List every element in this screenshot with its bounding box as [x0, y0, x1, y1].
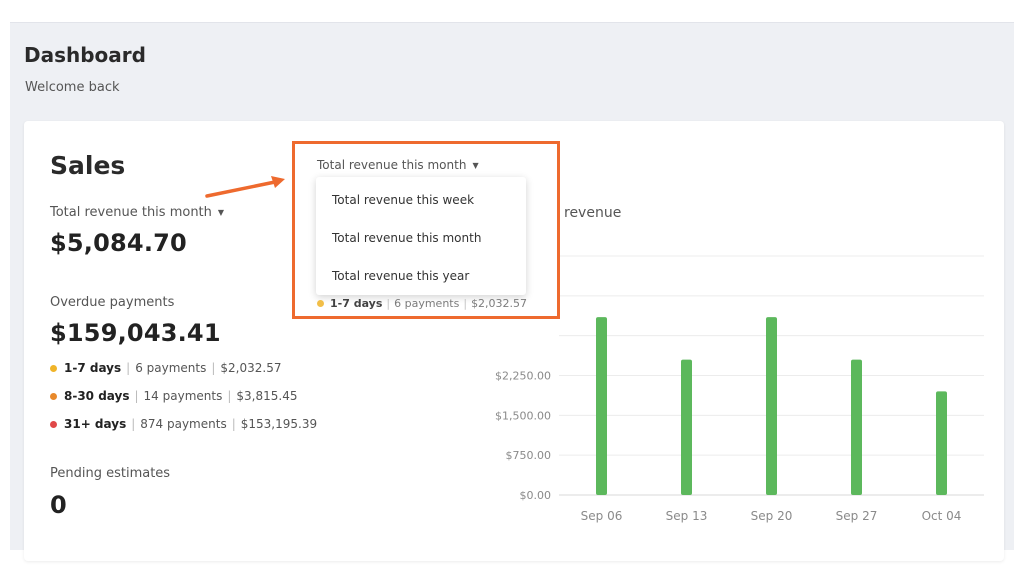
status-dot-icon	[50, 392, 57, 400]
aging-row[interactable]: 8-30 days | 14 payments | $3,815.45	[50, 389, 297, 403]
divider: |	[227, 389, 232, 403]
y-tick-label: $750.00	[506, 449, 552, 462]
pending-label: Pending estimates	[50, 466, 171, 481]
revenue-period-label: Total revenue this month	[50, 205, 212, 220]
pending-value: 0	[50, 491, 67, 519]
status-dot-icon	[317, 300, 324, 307]
bar[interactable]	[596, 317, 607, 495]
status-dot-icon	[50, 420, 57, 428]
dropdown-option-week[interactable]: Total revenue this week	[316, 185, 526, 223]
caret-down-icon: ▼	[472, 160, 479, 170]
dropdown-option-year[interactable]: Total revenue this year	[316, 261, 526, 299]
sales-title: Sales	[50, 151, 126, 180]
aging-range: 8-30 days	[64, 389, 130, 403]
divider: |	[131, 417, 136, 431]
divider: |	[211, 361, 216, 375]
status-dot-icon	[50, 364, 57, 372]
aging-payments: 6 payments	[135, 361, 207, 375]
dropdown-option-month[interactable]: Total revenue this month	[316, 223, 526, 261]
aging-payments: 6 payments	[394, 297, 460, 310]
x-tick-label: Sep 13	[666, 509, 708, 523]
divider: |	[231, 417, 236, 431]
aging-payments: 14 payments	[143, 389, 223, 403]
x-tick-label: Sep 06	[581, 509, 623, 523]
caret-down-icon: ▼	[217, 208, 225, 217]
overdue-value: $159,043.41	[50, 319, 221, 347]
annotation-arrow-icon	[205, 176, 285, 198]
x-tick-label: Sep 20	[751, 509, 793, 523]
chart-title: revenue	[564, 205, 622, 221]
dropdown-trigger[interactable]: Total revenue this month ▼	[317, 158, 479, 172]
divider: |	[126, 361, 131, 375]
y-tick-label: $2,250.00	[495, 370, 551, 383]
aging-amount: $2,032.57	[471, 297, 528, 310]
bar[interactable]	[681, 359, 692, 495]
divider: |	[386, 297, 391, 310]
aging-amount: $2,032.57	[220, 361, 282, 375]
aging-amount: $153,195.39	[240, 417, 318, 431]
aging-row-peek: 1-7 days | 6 payments | $2,032.57	[317, 297, 527, 310]
y-tick-label: $1,500.00	[495, 409, 551, 422]
aging-amount: $3,815.45	[236, 389, 298, 403]
aging-range: 31+ days	[64, 417, 127, 431]
divider: |	[134, 389, 139, 403]
aging-range: 1-7 days	[330, 297, 383, 310]
aging-payments: 874 payments	[140, 417, 227, 431]
dropdown-selected: Total revenue this month	[317, 158, 467, 172]
bar[interactable]	[936, 391, 947, 495]
overdue-label: Overdue payments	[50, 295, 175, 310]
page-subtitle: Welcome back	[25, 80, 120, 95]
y-tick-label: $0.00	[520, 489, 552, 502]
revenue-value: $5,084.70	[50, 229, 187, 257]
aging-row[interactable]: 31+ days | 874 payments | $153,195.39	[50, 417, 317, 431]
x-tick-label: Oct 04	[922, 509, 962, 523]
bar[interactable]	[851, 359, 862, 495]
aging-range: 1-7 days	[64, 361, 122, 375]
page-title: Dashboard	[24, 43, 146, 67]
dropdown-highlight: Total revenue this month ▼ Total revenue…	[292, 141, 560, 319]
divider: |	[463, 297, 468, 310]
dropdown-menu: Total revenue this week Total revenue th…	[316, 177, 526, 295]
bar[interactable]	[766, 317, 777, 495]
aging-row[interactable]: 1-7 days | 6 payments | $2,032.57	[50, 361, 281, 375]
x-tick-label: Sep 27	[836, 509, 878, 523]
revenue-period-select[interactable]: Total revenue this month ▼	[50, 205, 224, 220]
